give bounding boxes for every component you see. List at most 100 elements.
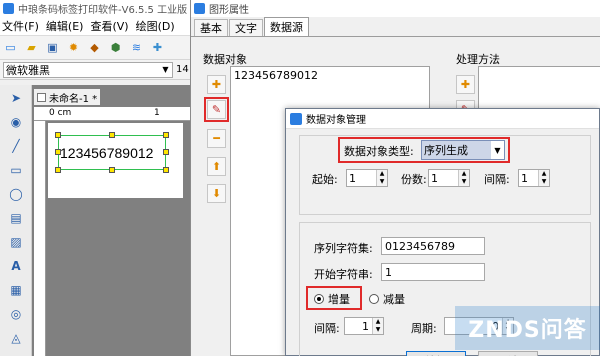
new-file-icon[interactable]: ▭: [3, 40, 18, 55]
data-object-type-select[interactable]: 序列生成 ▼: [421, 140, 505, 160]
pointer-icon[interactable]: ➤: [5, 87, 27, 108]
add-process-button[interactable]: ✚: [456, 75, 475, 94]
ruler-unit-label: 0 cm: [49, 108, 72, 118]
resize-handle[interactable]: [109, 167, 115, 173]
barcode-text-object[interactable]: 123456789012: [58, 135, 166, 170]
start-stepper[interactable]: 1 ▲ ▼: [346, 169, 388, 187]
increment-radio[interactable]: 增量: [314, 291, 350, 307]
main-app-window: 中琅条码标签打印软件-V6.5.5 工业版 多机 文件(F) 编辑(E) 查看(…: [0, 0, 195, 356]
dialog-title: 数据对象管理: [306, 115, 366, 126]
font-family-select[interactable]: 微软雅黑 ▼: [3, 61, 173, 78]
save-icon[interactable]: ▣: [45, 40, 60, 55]
props-tabs: 基本 文字 数据源: [191, 17, 600, 37]
doc-tab-checkbox[interactable]: [37, 92, 46, 102]
radio-unselected-icon[interactable]: [369, 294, 379, 304]
start-value: 1: [349, 171, 356, 185]
dialog-title-bar: 数据对象管理: [286, 109, 599, 129]
props-title-bar: 图形属性: [191, 0, 600, 17]
cancel-button[interactable]: 取消: [478, 351, 538, 356]
start-string-label: 开始字符串:: [314, 268, 373, 281]
chevron-down-icon[interactable]: ▼: [159, 63, 172, 77]
add-data-object-button[interactable]: ✚: [207, 75, 226, 94]
database-tool-icon[interactable]: ◎: [5, 303, 27, 324]
menu-file[interactable]: 文件(F): [2, 18, 39, 34]
label-canvas[interactable]: 123456789012: [48, 123, 183, 198]
start-stepper-buttons[interactable]: ▲ ▼: [376, 170, 387, 186]
resize-handle[interactable]: [163, 132, 169, 138]
data-object-type-label: 数据对象类型:: [344, 145, 414, 158]
list-item[interactable]: 123456789012: [231, 67, 429, 84]
move-up-button[interactable]: ⬆: [207, 157, 226, 176]
chevron-up-icon[interactable]: ▲: [539, 170, 549, 178]
radio-selected-icon[interactable]: [314, 294, 324, 304]
toolbar: ▭ ▰ ▣ ✹ ◆ ⬢ ≋ ✚: [0, 36, 195, 60]
resize-handle[interactable]: [109, 132, 115, 138]
edit-icon: ✎: [211, 103, 222, 116]
resize-handle[interactable]: [163, 149, 169, 155]
chevron-up-icon[interactable]: ▲: [377, 170, 387, 178]
text-icon[interactable]: A: [5, 255, 27, 276]
settings-icon[interactable]: ✹: [66, 40, 81, 55]
chevron-down-icon[interactable]: ▼: [539, 178, 549, 186]
database-icon[interactable]: ◆: [87, 40, 102, 55]
copies-stepper-buttons[interactable]: ▲ ▼: [458, 170, 469, 186]
resize-handle[interactable]: [55, 149, 61, 155]
resize-handle[interactable]: [55, 132, 61, 138]
start-label: 起始:: [312, 173, 338, 186]
stack-icon[interactable]: ≋: [129, 40, 144, 55]
document-tab[interactable]: 未命名-1 *: [34, 89, 101, 105]
step-stepper[interactable]: 1 ▲ ▼: [344, 317, 384, 335]
line-icon[interactable]: ╱: [5, 135, 27, 156]
puzzle-icon[interactable]: ✚: [150, 40, 165, 55]
resize-handle[interactable]: [55, 167, 61, 173]
remove-data-object-button[interactable]: ━: [207, 129, 226, 148]
tab-text[interactable]: 文字: [229, 19, 263, 36]
cube-icon[interactable]: ⬢: [108, 40, 123, 55]
tab-basic[interactable]: 基本: [194, 19, 228, 36]
vertical-ruler: [34, 121, 46, 356]
shape-icon[interactable]: ◬: [5, 327, 27, 348]
data-object-type-value: 序列生成: [424, 144, 468, 157]
chevron-up-icon[interactable]: ▲: [459, 170, 469, 178]
move-down-button[interactable]: ⬇: [207, 184, 226, 203]
open-folder-icon[interactable]: ▰: [24, 40, 39, 55]
edit-button[interactable]: 编辑: [406, 351, 466, 356]
interval-stepper[interactable]: 1 ▲ ▼: [518, 169, 550, 187]
charset-input[interactable]: 0123456789: [381, 237, 485, 255]
menu-edit[interactable]: 编辑(E): [46, 18, 84, 34]
arrow-down-icon: ⬇: [211, 187, 222, 200]
menu-draw[interactable]: 绘图(D): [136, 18, 175, 34]
watermark-logo: ZNDS问答: [455, 306, 600, 350]
plus-icon: ✚: [211, 78, 222, 91]
font-size-value[interactable]: 14: [176, 64, 189, 75]
rectangle-icon[interactable]: ▭: [5, 159, 27, 180]
start-string-input[interactable]: 1: [381, 263, 485, 281]
horizontal-ruler: 0 cm 1: [34, 107, 195, 121]
ellipse-icon[interactable]: ◯: [5, 183, 27, 204]
data-object-group-label: 数据对象: [203, 53, 247, 66]
image-icon[interactable]: ▨: [5, 231, 27, 252]
props-logo-icon: [194, 3, 205, 14]
resize-handle[interactable]: [163, 167, 169, 173]
copies-stepper[interactable]: 1 ▲ ▼: [428, 169, 470, 187]
chevron-down-icon[interactable]: ▼: [377, 178, 387, 186]
menu-view[interactable]: 查看(V): [90, 18, 128, 34]
decrement-label: 减量: [383, 293, 405, 306]
interval-stepper-buttons[interactable]: ▲ ▼: [538, 170, 549, 186]
chevron-down-icon[interactable]: ▼: [491, 141, 504, 159]
tab-data-source[interactable]: 数据源: [264, 17, 309, 36]
edit-data-object-button[interactable]: ✎: [204, 97, 229, 122]
drawing-tools-bar: ➤ ◉ ╱ ▭ ◯ ▤ ▨ A ▦ ◎ ◬: [0, 85, 32, 356]
ruler-mark-label: 1: [154, 108, 160, 118]
props-title: 图形属性: [209, 5, 249, 16]
table-icon[interactable]: ▦: [5, 279, 27, 300]
process-method-group-label: 处理方法: [456, 53, 500, 66]
barcode-icon[interactable]: ▤: [5, 207, 27, 228]
pan-icon[interactable]: ◉: [5, 111, 27, 132]
chevron-up-icon[interactable]: ▲: [373, 318, 383, 326]
dialog-logo-icon: [290, 112, 302, 125]
chevron-down-icon[interactable]: ▼: [459, 178, 469, 186]
decrement-radio[interactable]: 减量: [369, 291, 405, 307]
chevron-down-icon[interactable]: ▼: [373, 326, 383, 334]
step-stepper-buttons[interactable]: ▲ ▼: [372, 318, 383, 334]
